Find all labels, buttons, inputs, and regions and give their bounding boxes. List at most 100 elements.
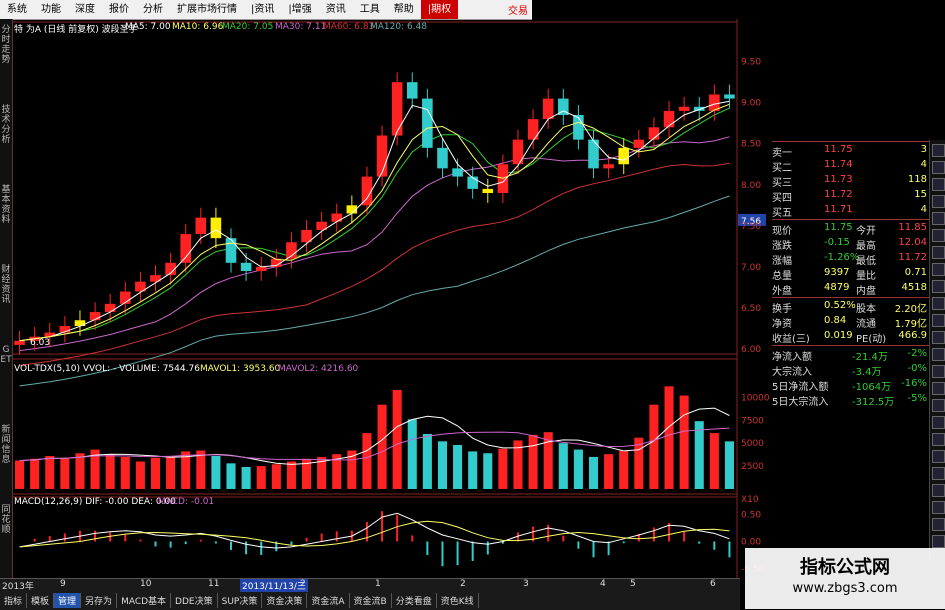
bid-label: 买二 — [772, 163, 792, 174]
chart-area: 9.509.008.508.007.567.507.006.506.001000… — [12, 19, 770, 579]
stat-value-2: 2.20亿 — [894, 304, 927, 315]
volume-bar — [498, 448, 508, 489]
flow-value: -1064万 — [852, 382, 892, 393]
stat-row: 外盘 4879 内盘 4518 — [772, 281, 929, 297]
bottom-tab-5[interactable]: DDE决策 — [171, 593, 218, 608]
volume-bar — [362, 433, 372, 489]
bottom-tab-7[interactable]: 资金决策 — [262, 593, 308, 608]
toolbar-button-icon[interactable] — [932, 229, 945, 242]
toolbar-button-icon[interactable] — [932, 484, 945, 497]
ma60-label: MA60: 6.83 — [323, 22, 375, 32]
toolbar-button-icon[interactable] — [932, 331, 945, 344]
bottom-tab-8[interactable]: 资金流A — [307, 593, 350, 608]
toolbar-button-icon[interactable] — [932, 467, 945, 480]
volume-bar — [453, 445, 463, 489]
menu-item-9[interactable]: 工具 — [353, 0, 387, 19]
toolbar-button-icon[interactable] — [932, 518, 945, 531]
toolbar-button-icon[interactable] — [932, 382, 945, 395]
menu-item-3[interactable]: 报价 — [102, 0, 136, 19]
menu-item-4[interactable]: 分析 — [136, 0, 170, 19]
menu-item-0[interactable]: 系统 — [0, 0, 34, 19]
candle-body — [573, 115, 584, 140]
ma10-line — [19, 103, 730, 342]
toolbar-button-icon[interactable] — [932, 161, 945, 174]
toolbar-button-icon[interactable] — [932, 144, 945, 157]
macd-value-label: MACD: -0.01 — [158, 497, 215, 507]
stat-row: 收益(三) 0.019 PE(动) 466.9 — [772, 329, 929, 345]
toolbar-button-icon[interactable] — [932, 280, 945, 293]
toolbar-button-icon[interactable] — [932, 433, 945, 446]
menu-item-1[interactable]: 功能 — [34, 0, 68, 19]
trade-menu[interactable]: 交易 — [508, 2, 528, 17]
candle-body — [633, 139, 645, 148]
left-tab-5[interactable]: 新闻信息 — [0, 425, 12, 465]
candle-body — [542, 98, 554, 120]
toolbar-button-icon[interactable] — [932, 246, 945, 259]
bottom-tab-2[interactable]: 管理 — [54, 593, 82, 608]
stat-row: 换手 0.52% 股本 2.20亿 — [772, 299, 929, 315]
bid-price: 11.75 — [824, 144, 853, 155]
candle-body — [195, 217, 207, 235]
stat-value-2: 1.79亿 — [894, 319, 927, 330]
ma20-label: MA20: 7.05 — [222, 22, 274, 32]
toolbar-button-icon[interactable] — [932, 195, 945, 208]
vol-chart-title: VOL-TDX(5,10) VVOL: - VOLUME: 7544.76 — [14, 364, 200, 374]
candle-body — [482, 188, 494, 193]
toolbar-button-icon[interactable] — [932, 365, 945, 378]
toolbar-button-icon[interactable] — [932, 501, 945, 514]
toolbar-button-icon[interactable] — [932, 535, 945, 548]
toolbar-button-icon[interactable] — [932, 212, 945, 225]
bottom-tab-1[interactable]: 模板 — [27, 593, 55, 608]
menu-item-5[interactable]: 扩展市场行情 — [170, 0, 244, 19]
price-axis-label: 9.50 — [741, 58, 761, 68]
bottom-tab-10[interactable]: 分类看盘 — [392, 593, 437, 608]
menu-item-10[interactable]: 帮助 — [387, 0, 421, 19]
stat-label-2: 股本 — [856, 304, 876, 315]
bid-volume: 3 — [920, 144, 927, 155]
candle-body — [361, 176, 373, 206]
left-tab-1[interactable]: 技术分析 — [0, 105, 12, 145]
bottom-tab-0[interactable]: 指标 — [0, 593, 28, 608]
toolbar-button-icon[interactable] — [932, 297, 945, 310]
toolbar-button-icon[interactable] — [932, 416, 945, 429]
price-axis-label: 6.50 — [741, 304, 761, 314]
ma20-line — [19, 107, 730, 342]
bottom-tab-6[interactable]: SUP决策 — [218, 593, 263, 608]
volume-bar — [75, 453, 85, 489]
stat-label-2: 最高 — [856, 241, 876, 252]
candle-body — [406, 82, 418, 99]
volume-bar — [135, 461, 145, 489]
left-tab-6[interactable]: 同花顺 — [0, 505, 12, 535]
menu-item-2[interactable]: 深度 — [68, 0, 102, 19]
watermark-logo: 指标公式网 www.zbgs3.com — [745, 548, 945, 609]
volume-bar — [709, 433, 719, 489]
toolbar-button-icon[interactable] — [932, 348, 945, 361]
stat-label: 收益(三) — [772, 334, 810, 345]
left-tab-4[interactable]: GET — [0, 345, 12, 365]
candle-body — [422, 98, 433, 148]
stat-label-2: 量比 — [856, 271, 876, 282]
toolbar-button-icon[interactable] — [932, 450, 945, 463]
toolbar-button-icon[interactable] — [932, 263, 945, 276]
toolbar-button-icon[interactable] — [932, 399, 945, 412]
flow-percent: -5% — [907, 393, 927, 404]
left-tab-3[interactable]: 财经资讯 — [0, 265, 12, 305]
bottom-tab-4[interactable]: MACD基本 — [117, 593, 172, 608]
toolbar-button-icon[interactable] — [932, 314, 945, 327]
candle-body — [512, 139, 524, 165]
left-tab-2[interactable]: 基本资料 — [0, 185, 12, 225]
menu-item-6[interactable]: |资讯 — [244, 0, 281, 19]
menu-item-7[interactable]: |增强 — [281, 0, 318, 19]
stat-value: -1.26% — [824, 252, 860, 263]
bottom-tab-9[interactable]: 资金流B — [350, 593, 392, 608]
toolbar-button-icon[interactable] — [932, 178, 945, 191]
volume-bar — [588, 456, 599, 489]
menu-item-11[interactable]: |期权 — [420, 0, 459, 19]
bottom-tab-11[interactable]: 资色K线 — [437, 593, 479, 608]
candle-body — [724, 94, 735, 99]
bottom-tab-3[interactable]: 另存为 — [81, 593, 118, 608]
low-price-label: 6.03 — [30, 338, 51, 348]
left-tab-0[interactable]: 分时走势 — [0, 25, 12, 65]
date-label: 3 — [523, 579, 529, 589]
menu-item-8[interactable]: 资讯 — [319, 0, 353, 19]
